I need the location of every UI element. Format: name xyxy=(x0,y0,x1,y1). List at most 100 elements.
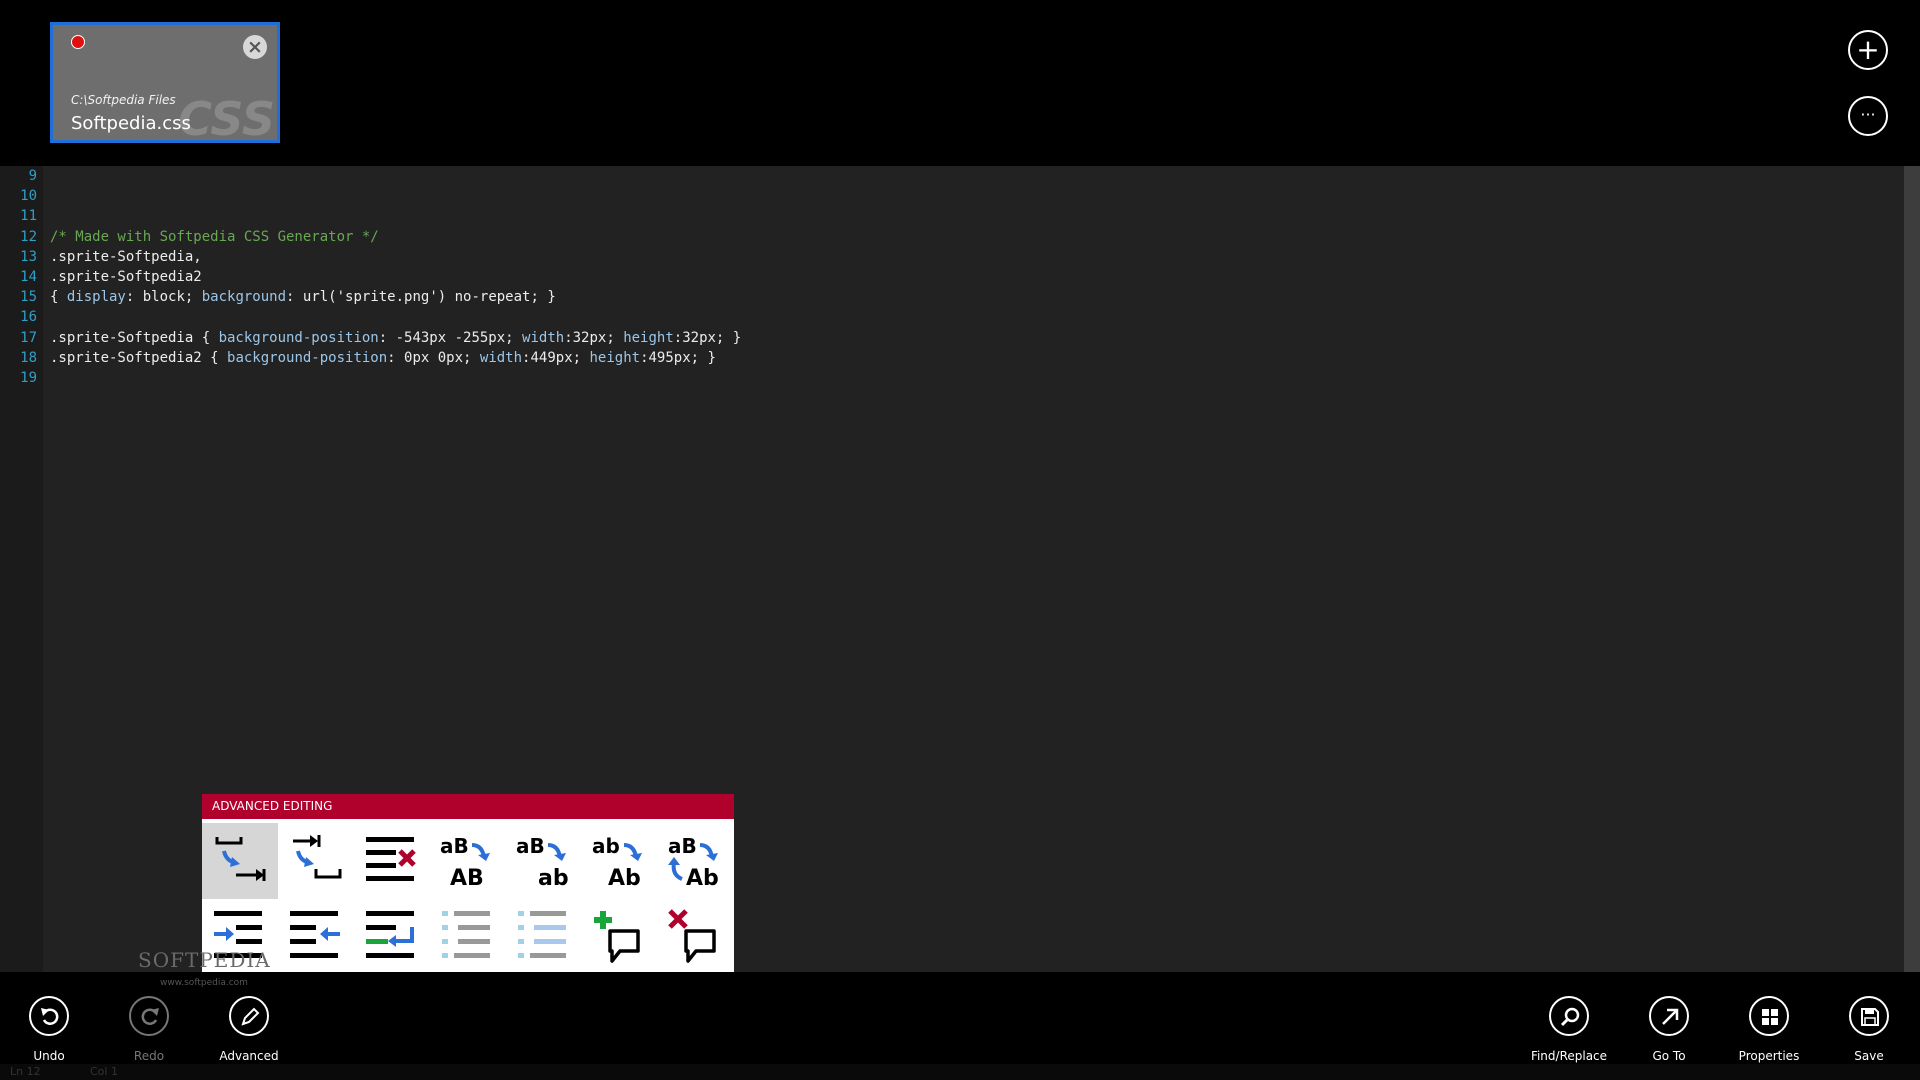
code-line[interactable]: /* Made with Softpedia CSS Generator */ xyxy=(50,229,379,245)
move-line-down-icon xyxy=(518,911,566,958)
code-token: :32px; xyxy=(564,329,624,346)
close-tab-button[interactable]: × xyxy=(243,35,267,59)
redo-label: Redo xyxy=(133,1049,165,1063)
code-token: : block; xyxy=(125,289,202,306)
advanced-label: Advanced xyxy=(219,1049,279,1063)
find-replace-label: Find/Replace xyxy=(1530,1049,1608,1063)
line-number: 13 xyxy=(20,248,37,265)
line-number: 14 xyxy=(20,269,37,285)
swap-case-icon: aB Ab xyxy=(668,834,719,889)
tab-bar: × C:\Softpedia Files Softpedia.css CSS +… xyxy=(0,0,1920,166)
advanced-editing-title: ADVANCED EDITING xyxy=(202,794,734,819)
file-name: Softpedia.css xyxy=(71,113,191,134)
line-number-gutter xyxy=(0,166,43,972)
code-line[interactable]: .sprite-Softpedia2 { background-position… xyxy=(50,350,716,366)
uppercase-button[interactable]: aB AB xyxy=(430,823,506,899)
advanced-button[interactable]: Advanced xyxy=(199,996,299,1063)
line-number: 9 xyxy=(28,168,37,184)
css-property: background-position xyxy=(227,349,388,366)
pencil-icon xyxy=(241,1007,260,1026)
code-token: { xyxy=(50,289,67,306)
tabs-to-spaces-button[interactable] xyxy=(278,823,354,899)
uppercase-to-label: AB xyxy=(450,866,484,889)
save-disk-icon xyxy=(1861,1008,1879,1026)
code-token: :449px; xyxy=(522,349,590,366)
add-comment-icon xyxy=(594,911,640,963)
tabs-to-spaces-icon xyxy=(293,835,342,879)
ellipsis-icon: ··· xyxy=(1860,105,1876,124)
code-token: .sprite-Softpedia, xyxy=(50,248,202,265)
remove-comment-icon xyxy=(668,909,716,963)
go-to-button[interactable]: Go To xyxy=(1619,996,1719,1063)
line-number: 18 xyxy=(20,349,37,366)
status-line: Ln 12 Col 1 xyxy=(0,1064,1920,1080)
uppercase-icon: aB AB xyxy=(440,834,490,889)
add-comment-button[interactable] xyxy=(582,899,658,975)
file-type-watermark: CSS xyxy=(178,92,275,143)
rearrange-lines-button[interactable] xyxy=(354,899,430,975)
uppercase-from-label: aB xyxy=(440,834,469,858)
css-property: width xyxy=(479,349,523,366)
undo-label: Undo xyxy=(33,1049,65,1063)
unindent-icon xyxy=(290,911,340,958)
delete-line-button[interactable] xyxy=(354,823,430,899)
unindent-button[interactable] xyxy=(278,899,354,975)
delete-line-icon xyxy=(366,837,416,881)
vertical-scrollbar[interactable] xyxy=(1904,166,1920,972)
css-property: height xyxy=(623,329,674,346)
line-number: 11 xyxy=(20,208,37,225)
new-file-button[interactable]: + xyxy=(1848,30,1888,70)
find-replace-button[interactable]: Find/Replace xyxy=(1519,996,1619,1063)
code-line[interactable]: .sprite-Softpedia2 xyxy=(50,269,202,285)
plus-icon: + xyxy=(1856,33,1880,66)
capitalize-button[interactable]: ab Ab xyxy=(582,823,658,899)
grid-icon xyxy=(1762,1009,1778,1025)
properties-button[interactable]: Properties xyxy=(1719,996,1819,1063)
line-number: 12 xyxy=(20,228,37,245)
code-line[interactable]: .sprite-Softpedia { background-position:… xyxy=(50,330,741,346)
file-path: C:\Softpedia Files xyxy=(71,93,176,107)
code-line[interactable]: { display: block; background: url('sprit… xyxy=(50,289,556,305)
file-tab[interactable]: × C:\Softpedia Files Softpedia.css CSS xyxy=(50,22,280,143)
cursor-column: Col 1 xyxy=(90,1065,118,1078)
code-token: .sprite-Softpedia2 xyxy=(50,269,202,285)
code-token: :32px; } xyxy=(673,329,742,346)
undo-button[interactable]: Undo xyxy=(0,996,99,1063)
cursor-line: Ln 12 xyxy=(10,1065,41,1078)
remove-comment-button[interactable] xyxy=(658,899,734,975)
advanced-editing-panel: ADVANCED EDITING aB AB aB ab ab Ab aB Ab xyxy=(202,794,734,982)
css-property: background-position xyxy=(218,329,379,346)
more-options-button[interactable]: ··· xyxy=(1848,96,1888,136)
line-number: 17 xyxy=(20,329,37,346)
line-number: 10 xyxy=(20,188,37,205)
move-line-up-button[interactable] xyxy=(430,899,506,975)
swap-case-button[interactable]: aB Ab xyxy=(658,823,734,899)
softpedia-watermark-url: www.softpedia.com xyxy=(160,978,248,988)
code-line[interactable]: .sprite-Softpedia, xyxy=(50,249,202,265)
save-label: Save xyxy=(1854,1049,1884,1063)
code-token: .sprite-Softpedia2 { xyxy=(50,349,228,366)
unsaved-indicator-icon xyxy=(71,35,85,49)
save-button[interactable]: Save xyxy=(1819,996,1919,1063)
css-property: height xyxy=(589,349,641,366)
rearrange-lines-icon xyxy=(366,911,414,958)
lowercase-to-label: ab xyxy=(538,866,569,889)
capitalize-from-label: ab xyxy=(592,834,620,858)
swap-case-from-label: aB xyxy=(668,834,697,858)
move-line-down-button[interactable] xyxy=(506,899,582,975)
undo-icon xyxy=(41,1008,59,1025)
lowercase-icon: aB ab xyxy=(516,834,569,889)
redo-button[interactable]: Redo xyxy=(99,996,199,1063)
search-icon xyxy=(1560,1007,1580,1027)
softpedia-watermark: SOFTPEDIA xyxy=(138,948,271,972)
swap-case-to-label: Ab xyxy=(686,866,719,889)
spaces-to-tabs-button[interactable] xyxy=(202,823,278,899)
spaces-to-tabs-icon xyxy=(215,837,266,881)
line-number: 19 xyxy=(20,370,37,386)
arrow-up-right-icon xyxy=(1662,1008,1679,1025)
code-token: : 0px 0px; xyxy=(387,349,480,366)
lowercase-button[interactable]: aB ab xyxy=(506,823,582,899)
capitalize-to-label: Ab xyxy=(608,866,641,889)
go-to-label: Go To xyxy=(1652,1049,1686,1063)
css-property: width xyxy=(522,329,565,346)
